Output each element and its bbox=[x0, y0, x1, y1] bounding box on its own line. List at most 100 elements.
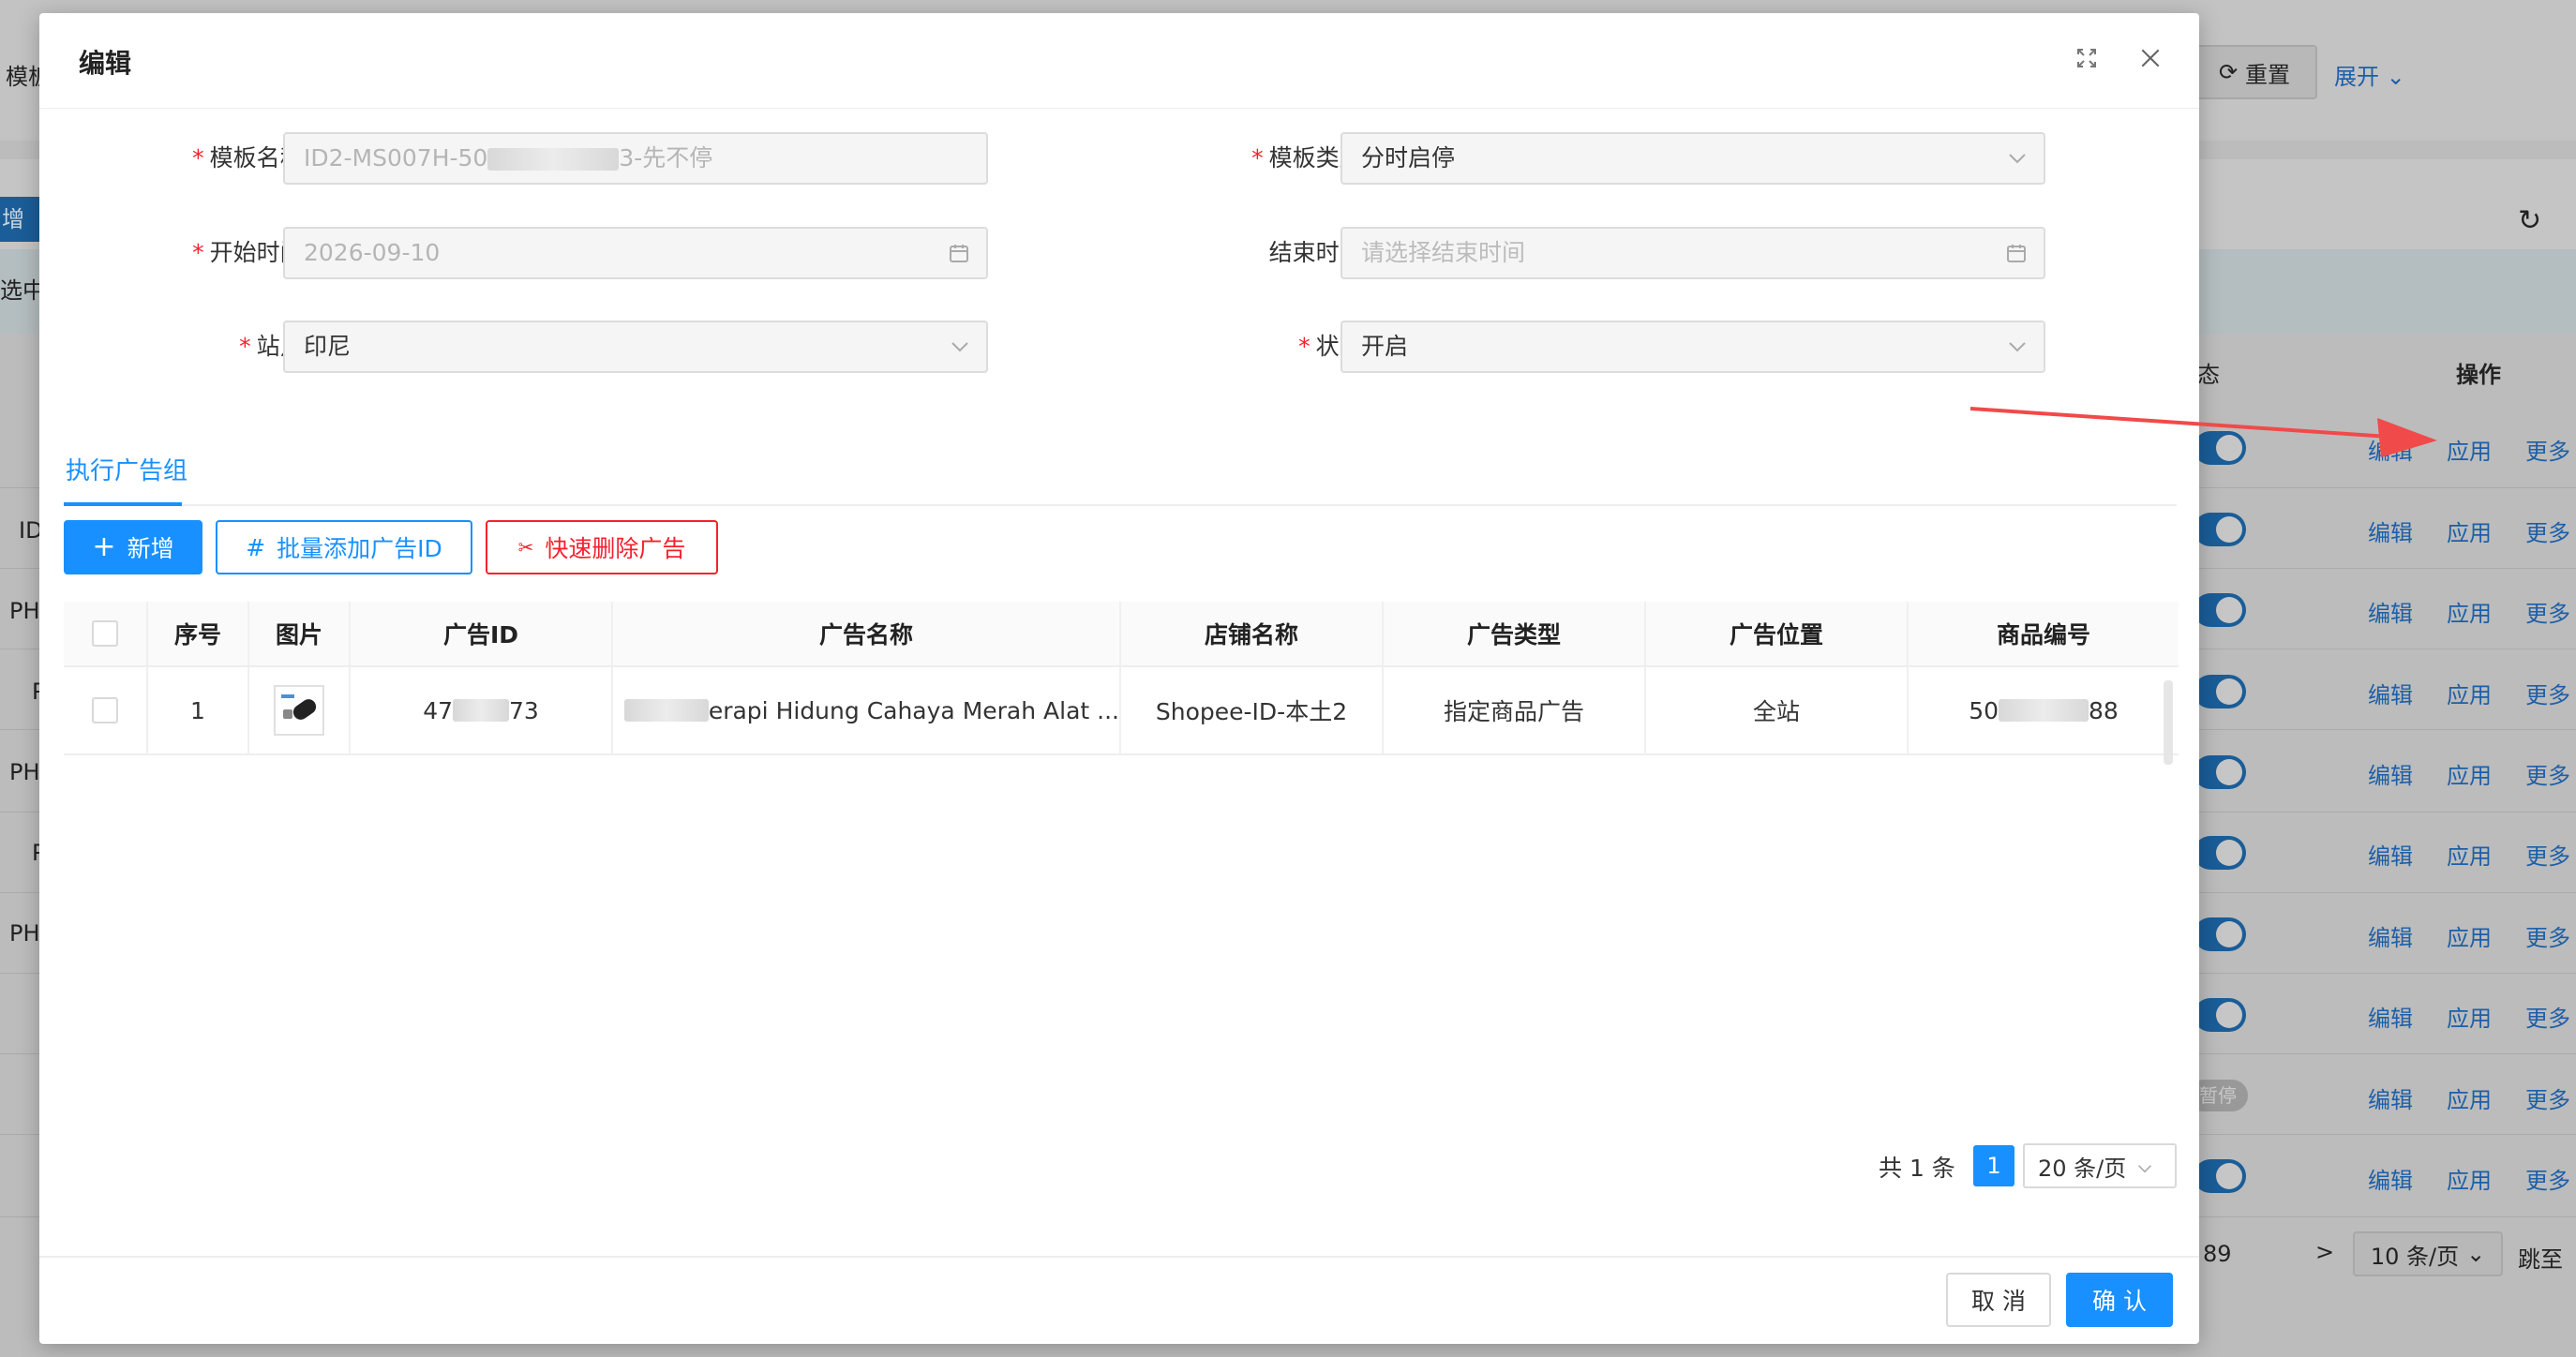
form-row-3: *站点: 印尼 *状态: 开启 bbox=[39, 321, 2199, 373]
bg-jump-label: 跳至 bbox=[2518, 1246, 2563, 1273]
bg-more-link[interactable]: 更多 bbox=[2525, 1162, 2570, 1195]
template-type-select[interactable]: 分时启停 bbox=[1340, 132, 2045, 185]
template-name-input[interactable]: ID2-MS007H-50 3-先不停 bbox=[283, 132, 988, 185]
row-product-id: 50 88 bbox=[1969, 696, 2119, 724]
bg-apply-link[interactable]: 应用 bbox=[2447, 838, 2492, 871]
bg-page-size-select[interactable]: 10 条/页 ⌄ bbox=[2353, 1231, 2503, 1276]
end-time-picker[interactable]: 请选择结束时间 bbox=[1340, 227, 2045, 279]
bg-more-link[interactable]: 更多 bbox=[2525, 1000, 2570, 1033]
bg-expand-link[interactable]: 展开 ⌄ bbox=[2334, 58, 2405, 91]
active-tab-indicator bbox=[64, 502, 182, 506]
bg-status-switch[interactable] bbox=[2194, 513, 2246, 546]
modal-header: 编辑 bbox=[39, 13, 2199, 109]
bg-more-link[interactable]: 更多 bbox=[2525, 595, 2570, 628]
bg-edit-link[interactable]: 编辑 bbox=[2368, 1000, 2413, 1033]
bg-status-switch[interactable] bbox=[2194, 593, 2246, 627]
bg-apply-link[interactable]: 应用 bbox=[2447, 757, 2492, 790]
bg-edit-link[interactable]: 编辑 bbox=[2368, 433, 2413, 466]
chevron-down-icon bbox=[2008, 134, 2027, 183]
bg-row-actions: 编辑 应用 更多 bbox=[2368, 1081, 2570, 1114]
bg-row-actions: 编辑 应用 更多 bbox=[2368, 1162, 2570, 1195]
confirm-button[interactable]: 确 认 bbox=[2066, 1273, 2173, 1327]
close-icon[interactable] bbox=[2132, 39, 2169, 77]
bg-apply-link[interactable]: 应用 bbox=[2447, 514, 2492, 547]
required-mark: * bbox=[192, 239, 204, 266]
batch-add-ad-id-button[interactable]: # 批量添加广告ID bbox=[216, 520, 472, 574]
select-all-checkbox[interactable] bbox=[92, 620, 118, 647]
bg-edit-link[interactable]: 编辑 bbox=[2368, 919, 2413, 952]
bg-next-page[interactable]: > bbox=[2315, 1239, 2334, 1265]
bg-more-link[interactable]: 更多 bbox=[2525, 919, 2570, 952]
bg-more-link[interactable]: 更多 bbox=[2525, 838, 2570, 871]
bg-status-switch[interactable] bbox=[2194, 917, 2246, 951]
ad-table: 序号 图片 广告ID 广告名称 店铺名称 广告类型 广告位置 商品编号 1 47… bbox=[64, 602, 2179, 755]
bg-row-actions: 编辑 应用 更多 bbox=[2368, 595, 2570, 628]
row-image-cell bbox=[249, 667, 351, 753]
bg-row-label: PH bbox=[9, 920, 40, 947]
bg-status-switch[interactable] bbox=[2194, 1159, 2246, 1193]
bg-more-link[interactable]: 更多 bbox=[2525, 757, 2570, 790]
cancel-button[interactable]: 取 消 bbox=[1946, 1273, 2051, 1327]
page-size-select[interactable]: 20 条/页 bbox=[2023, 1143, 2177, 1188]
header-product-id: 商品编号 bbox=[1996, 621, 2090, 649]
chevron-down-icon: ⌄ bbox=[2386, 64, 2405, 90]
reload-icon: ⟳ bbox=[2218, 59, 2239, 85]
modal-footer-divider bbox=[39, 1256, 2199, 1258]
scissors-icon: ✂ bbox=[517, 536, 534, 559]
bg-more-link[interactable]: 更多 bbox=[2525, 433, 2570, 466]
table-scrollbar[interactable] bbox=[2164, 680, 2173, 765]
redacted-text bbox=[624, 699, 709, 722]
bg-apply-link[interactable]: 应用 bbox=[2447, 433, 2492, 466]
quick-delete-ad-button[interactable]: ✂ 快速删除广告 bbox=[486, 520, 718, 574]
page-1-button[interactable]: 1 bbox=[1973, 1145, 2014, 1186]
header-ad-position: 广告位置 bbox=[1646, 602, 1909, 665]
add-button[interactable]: + 新增 bbox=[64, 520, 202, 574]
redacted-text bbox=[487, 148, 620, 171]
row-ad-id: 47 73 bbox=[351, 667, 613, 753]
bg-more-link[interactable]: 更多 bbox=[2525, 514, 2570, 547]
fullscreen-icon[interactable] bbox=[2068, 39, 2105, 77]
bg-status-switch[interactable] bbox=[2194, 998, 2246, 1032]
tab-execution-ad-group[interactable]: 执行广告组 bbox=[64, 452, 189, 486]
bg-status-switch[interactable] bbox=[2194, 755, 2246, 789]
chevron-down-icon bbox=[951, 322, 969, 371]
bg-col-action: 操作 bbox=[2456, 362, 2501, 388]
bg-edit-link[interactable]: 编辑 bbox=[2368, 1162, 2413, 1195]
row-index: 1 bbox=[148, 667, 249, 753]
bg-status-switch[interactable] bbox=[2194, 836, 2246, 870]
bg-edit-link[interactable]: 编辑 bbox=[2368, 838, 2413, 871]
start-time-picker[interactable]: 2026-09-10 bbox=[283, 227, 988, 279]
bg-status-switch[interactable] bbox=[2194, 675, 2246, 708]
bg-apply-link[interactable]: 应用 bbox=[2447, 1000, 2492, 1033]
site-select[interactable]: 印尼 bbox=[283, 321, 988, 373]
bg-edit-link[interactable]: 编辑 bbox=[2368, 757, 2413, 790]
bg-apply-link[interactable]: 应用 bbox=[2447, 1162, 2492, 1195]
bg-page-89[interactable]: 89 bbox=[2203, 1241, 2232, 1267]
bg-edit-link[interactable]: 编辑 bbox=[2368, 595, 2413, 628]
bg-apply-link[interactable]: 应用 bbox=[2447, 677, 2492, 709]
bg-apply-link[interactable]: 应用 bbox=[2447, 595, 2492, 628]
status-select[interactable]: 开启 bbox=[1340, 321, 2045, 373]
bg-edit-link[interactable]: 编辑 bbox=[2368, 1081, 2413, 1114]
row-checkbox[interactable] bbox=[92, 697, 118, 723]
bg-edit-link[interactable]: 编辑 bbox=[2368, 677, 2413, 709]
bg-more-link[interactable]: 更多 bbox=[2525, 677, 2570, 709]
bg-apply-link[interactable]: 应用 bbox=[2447, 1081, 2492, 1114]
bg-add-button[interactable]: 增 bbox=[0, 197, 41, 242]
bg-status-switch[interactable] bbox=[2194, 431, 2246, 465]
bg-reset-button[interactable]: ⟳ 重置 bbox=[2192, 45, 2317, 99]
bg-apply-link[interactable]: 应用 bbox=[2447, 919, 2492, 952]
bg-edit-link[interactable]: 编辑 bbox=[2368, 514, 2413, 547]
plus-icon: + bbox=[92, 530, 116, 563]
hash-icon: # bbox=[246, 533, 266, 561]
required-mark: * bbox=[1298, 333, 1310, 360]
bg-refresh-icon[interactable]: ↻ bbox=[2518, 204, 2541, 237]
product-thumbnail[interactable] bbox=[274, 685, 324, 736]
header-ad-type: 广告类型 bbox=[1384, 602, 1646, 665]
form-row-2: * 开始时间: 2026-09-10 结束时间: 请选择结束时间 bbox=[39, 227, 2199, 279]
row-ad-position: 全站 bbox=[1646, 667, 1909, 753]
select-all-cell bbox=[64, 602, 148, 665]
pagination-total: 共 1 条 bbox=[1879, 1155, 1955, 1182]
edit-modal: 编辑 * 模板名称: ID2-MS007H-50 3-先不停 * 模板类型: 分时启停… bbox=[39, 13, 2199, 1344]
bg-more-link[interactable]: 更多 bbox=[2525, 1081, 2570, 1114]
